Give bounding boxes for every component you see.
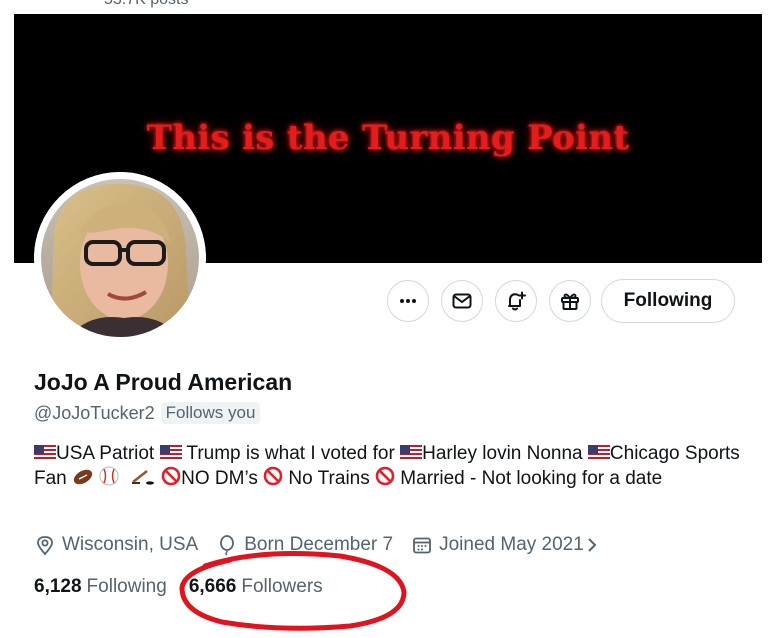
banner-text: This is the Turning Point <box>146 118 630 158</box>
bio-text-5 <box>119 468 130 489</box>
prohibited-icon <box>161 466 181 486</box>
followers-count: 6,666 <box>188 576 237 597</box>
bio: USA Patriot Trump is what I voted for Ha… <box>34 441 754 491</box>
followers-label: Followers <box>241 576 323 597</box>
profile-actions: Following <box>387 279 735 323</box>
us-flag-icon <box>400 445 423 461</box>
more-button[interactable] <box>387 280 429 322</box>
birthday-text: Born December 7 <box>244 534 394 555</box>
bio-text-2: Trump is what I voted for <box>181 443 401 464</box>
bio-text-8: Married - Not looking for a date <box>395 468 663 489</box>
chevron-right-icon <box>588 538 597 552</box>
us-flag-icon <box>34 445 56 461</box>
location-text: Wisconsin, USA <box>62 534 199 555</box>
following-button[interactable]: Following <box>601 279 735 323</box>
birthday: Born December 7 <box>216 534 393 556</box>
prohibited-icon <box>263 466 283 486</box>
us-flag-icon <box>159 445 182 461</box>
follows-you-badge: Follows you <box>160 402 261 424</box>
baseball-icon <box>99 466 119 486</box>
following-stat[interactable]: 6,128 Following <box>34 576 167 598</box>
display-name: JoJo A Proud American <box>34 369 293 395</box>
following-label: Following <box>86 576 167 597</box>
location-pin-icon <box>37 536 53 556</box>
mail-icon <box>452 293 472 309</box>
notifications-button[interactable] <box>495 280 537 322</box>
posts-count: 53.7K posts <box>104 0 189 9</box>
following-count: 6,128 <box>34 576 82 597</box>
profile-stats: 6,128 Following 6,666 Followers <box>34 576 345 598</box>
followers-stat[interactable]: 6,666 Followers <box>189 576 323 598</box>
more-horizontal-icon <box>400 299 416 303</box>
bio-text-3: Harley lovin Nonna <box>422 443 588 464</box>
avatar[interactable] <box>34 172 206 344</box>
location: Wisconsin, USA <box>34 534 198 556</box>
bio-text-6: NO DM’s <box>181 468 264 489</box>
bell-plus-icon <box>508 291 526 311</box>
bio-text-7: No Trains <box>283 468 376 489</box>
us-flag-icon <box>587 445 610 461</box>
football-icon <box>73 469 93 485</box>
bio-text-1: USA Patriot <box>56 443 160 464</box>
joined-date[interactable]: Joined May 2021 <box>411 534 606 556</box>
prohibited-icon <box>375 466 395 486</box>
hockey-icon <box>131 470 154 485</box>
handle-row: @JoJoTucker2 Follows you <box>34 402 261 424</box>
top-strip: 53.7K posts <box>0 0 784 14</box>
joined-text: Joined May 2021 <box>439 534 584 555</box>
avatar-image <box>34 172 206 344</box>
balloon-icon <box>220 535 235 556</box>
profile-meta: Wisconsin, USA Born December 7 Joined Ma… <box>34 534 624 556</box>
message-button[interactable] <box>441 280 483 322</box>
calendar-icon <box>413 537 432 554</box>
handle: @JoJoTucker2 <box>34 402 155 423</box>
gift-icon <box>561 293 579 310</box>
gift-button[interactable] <box>549 280 591 322</box>
